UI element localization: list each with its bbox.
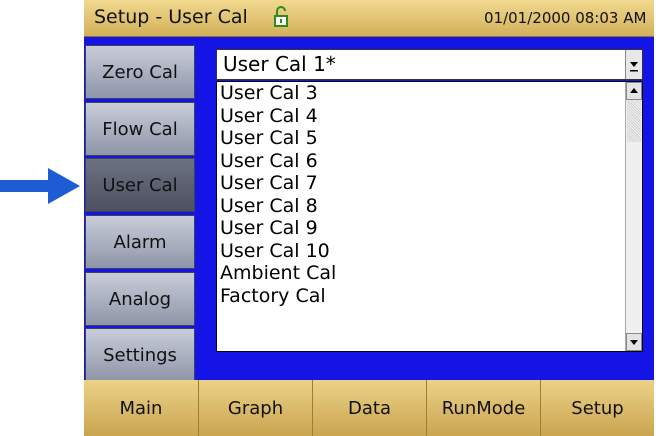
sidebar-item-label: Analog xyxy=(108,288,172,310)
tab-setup[interactable]: Setup xyxy=(541,380,654,436)
sidebar-item-label: Zero Cal xyxy=(102,61,178,83)
sidebar-item-flow-cal[interactable]: Flow Cal xyxy=(85,102,195,156)
list-item[interactable]: User Cal 10 xyxy=(217,240,642,263)
list-scrollbar[interactable] xyxy=(625,82,642,351)
chevron-down-icon xyxy=(630,62,638,72)
sidebar-item-label: Flow Cal xyxy=(102,118,178,140)
selected-calibration: User Cal 1* xyxy=(223,52,336,76)
tab-label: Graph xyxy=(227,397,284,419)
bottom-tab-bar: Main Graph Data RunMode Setup xyxy=(84,380,654,436)
tab-label: Data xyxy=(348,397,391,419)
list-item[interactable]: User Cal 3 xyxy=(217,82,642,105)
list-item[interactable]: Factory Cal xyxy=(217,285,642,308)
pointer-arrow-icon xyxy=(0,168,80,204)
tab-data[interactable]: Data xyxy=(313,380,427,436)
list-item[interactable]: User Cal 4 xyxy=(217,105,642,128)
tab-runmode[interactable]: RunMode xyxy=(427,380,541,436)
list-item[interactable]: User Cal 5 xyxy=(217,127,642,150)
list-item[interactable]: User Cal 8 xyxy=(217,195,642,218)
title-bar: Setup - User Cal 01/01/2000 08:03 AM xyxy=(84,0,654,37)
chevron-down-icon xyxy=(630,340,638,345)
sidebar-item-label: User Cal xyxy=(102,174,178,196)
screen-title: Setup - User Cal xyxy=(94,6,248,28)
device-screen: Setup - User Cal 01/01/2000 08:03 AM Zer… xyxy=(84,0,654,436)
datetime-display: 01/01/2000 08:03 AM xyxy=(484,9,647,27)
sidebar-item-analog[interactable]: Analog xyxy=(85,272,195,326)
sidebar-item-label: Alarm xyxy=(113,231,167,253)
list-item[interactable]: User Cal 6 xyxy=(217,150,642,173)
calibration-select[interactable]: User Cal 1* xyxy=(216,49,643,80)
sidebar-item-label: Settings xyxy=(103,344,177,366)
list-item[interactable]: Ambient Cal xyxy=(217,262,642,285)
dropdown-button[interactable] xyxy=(625,50,642,79)
chevron-up-icon xyxy=(630,88,638,93)
scroll-thumb[interactable] xyxy=(627,100,641,142)
list-item[interactable]: User Cal 9 xyxy=(217,217,642,240)
sidebar-item-alarm[interactable]: Alarm xyxy=(85,215,195,269)
scroll-down-button[interactable] xyxy=(626,333,642,351)
sidebar-item-settings[interactable]: Settings xyxy=(85,328,195,382)
scroll-up-button[interactable] xyxy=(626,82,642,100)
tab-label: RunMode xyxy=(441,397,526,419)
unlocked-padlock-icon[interactable] xyxy=(274,6,288,28)
tab-main[interactable]: Main xyxy=(84,380,199,436)
calibration-options-list: User Cal 3 User Cal 4 User Cal 5 User Ca… xyxy=(216,81,643,352)
tab-graph[interactable]: Graph xyxy=(199,380,313,436)
list-item[interactable]: User Cal 7 xyxy=(217,172,642,195)
sidebar-item-user-cal[interactable]: User Cal xyxy=(85,158,195,212)
tab-label: Setup xyxy=(571,397,624,419)
tab-label: Main xyxy=(119,397,163,419)
sidebar-item-zero-cal[interactable]: Zero Cal xyxy=(85,45,195,99)
